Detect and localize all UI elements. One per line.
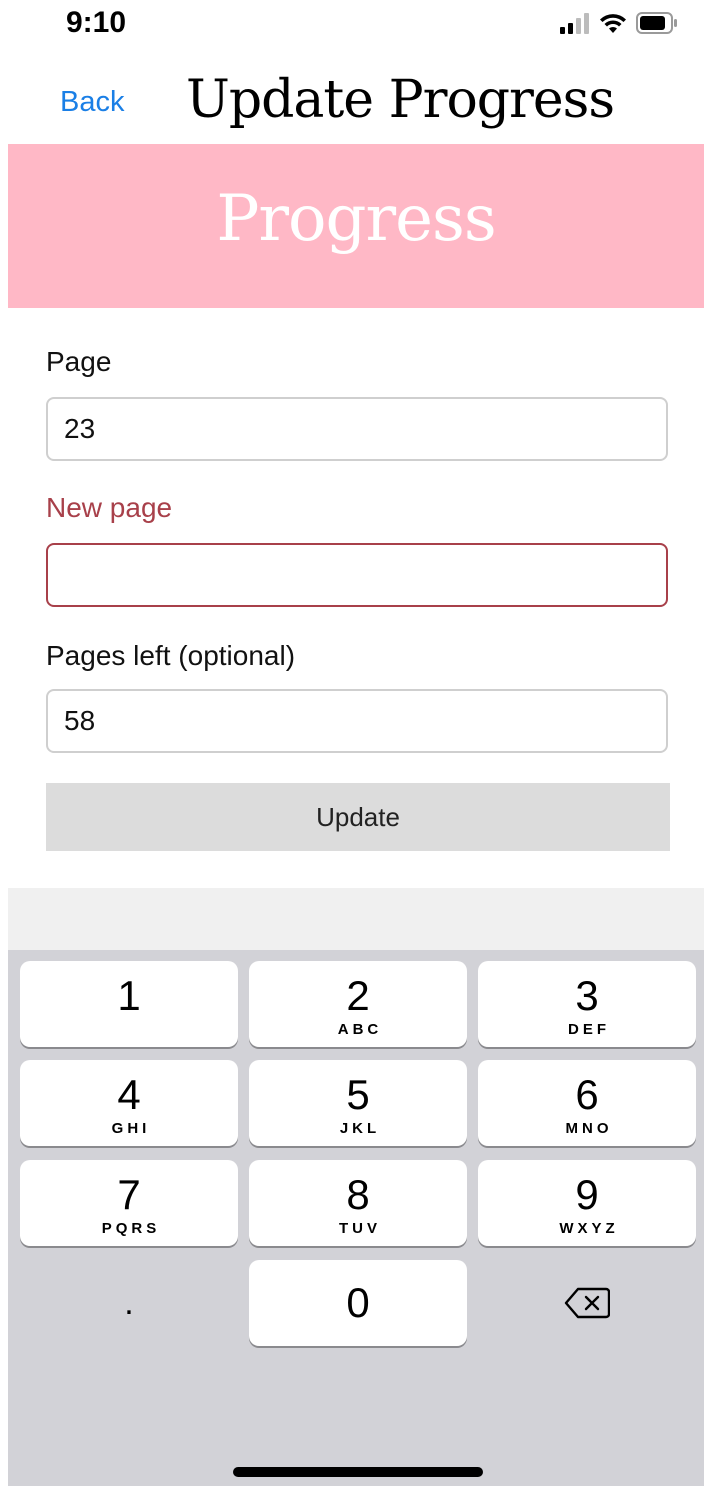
navigation-bar: Back Update Progress: [0, 60, 704, 144]
key-letters: PQRS: [101, 1220, 161, 1237]
new-page-input[interactable]: [46, 543, 668, 607]
key-digit: 2: [346, 972, 370, 1019]
status-time: 9:10: [66, 6, 127, 39]
key-0[interactable]: 0: [249, 1260, 467, 1346]
key-1[interactable]: 1: [20, 961, 238, 1047]
key-digit: 7: [117, 1171, 141, 1218]
key-letters: ABC: [337, 1021, 383, 1038]
key-letters: GHI: [111, 1120, 151, 1137]
page-label: Page: [46, 346, 112, 377]
numeric-keypad: 1 2 ABC 3 DEF 4 GHI 5 JKL 6 MNO 7 PQRS 8: [8, 950, 704, 1486]
nav-title: Update Progress: [186, 70, 615, 130]
update-progress-screen: 9:10 Back Update Progress Progress Page …: [0, 0, 704, 1486]
page-input[interactable]: [46, 397, 668, 461]
home-indicator[interactable]: [233, 1467, 483, 1477]
keyboard-accessory-bar: [8, 888, 704, 950]
delete-backspace-icon: [564, 1287, 610, 1319]
cellular-signal-icon: [560, 13, 589, 34]
key-letters: DEF: [568, 1021, 610, 1038]
key-delete[interactable]: [478, 1260, 696, 1346]
key-7[interactable]: 7 PQRS: [20, 1160, 238, 1246]
banner-title: Progress: [216, 182, 496, 256]
pages-left-input[interactable]: [46, 689, 668, 753]
key-digit: 9: [575, 1171, 599, 1218]
key-letters: TUV: [339, 1220, 381, 1237]
status-bar: 9:10: [0, 0, 704, 52]
key-2[interactable]: 2 ABC: [249, 961, 467, 1047]
key-digit: .: [124, 1284, 134, 1322]
key-6[interactable]: 6 MNO: [478, 1060, 696, 1146]
key-digit: 1: [117, 972, 141, 1019]
key-digit: 0: [346, 1279, 370, 1326]
key-decimal-point[interactable]: .: [20, 1260, 238, 1346]
battery-icon: [636, 12, 677, 34]
key-digit: 4: [117, 1071, 141, 1118]
key-5[interactable]: 5 JKL: [249, 1060, 467, 1146]
key-digit: 3: [575, 972, 599, 1019]
wifi-icon: [600, 14, 626, 33]
key-9[interactable]: 9 WXYZ: [478, 1160, 696, 1246]
key-letters: JKL: [339, 1120, 381, 1137]
update-button[interactable]: Update: [46, 783, 670, 851]
key-digit: 5: [346, 1071, 370, 1118]
key-digit: 6: [575, 1071, 599, 1118]
pages-left-label: Pages left (optional): [46, 640, 296, 671]
key-letters: WXYZ: [559, 1220, 619, 1237]
key-8[interactable]: 8 TUV: [249, 1160, 467, 1246]
progress-banner: Progress: [8, 144, 704, 308]
key-letters: MNO: [565, 1120, 613, 1137]
key-4[interactable]: 4 GHI: [20, 1060, 238, 1146]
new-page-label: New page: [46, 492, 173, 523]
key-digit: 8: [346, 1171, 370, 1218]
status-icons: [560, 10, 678, 36]
key-3[interactable]: 3 DEF: [478, 961, 696, 1047]
back-button[interactable]: Back: [60, 86, 124, 119]
